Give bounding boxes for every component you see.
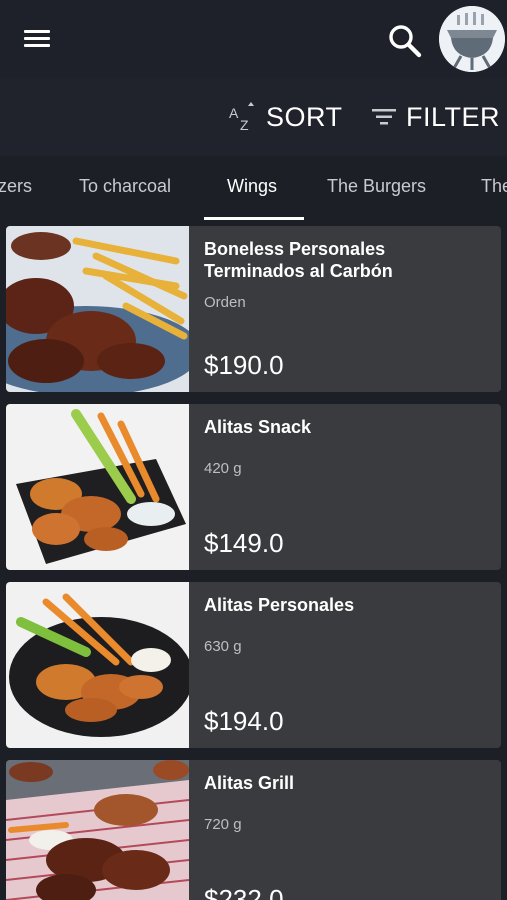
- product-price: $194.0: [204, 706, 284, 736]
- filter-button[interactable]: FILTER: [370, 100, 500, 134]
- grill-logo-icon: [439, 6, 505, 72]
- sort-az-icon: A Z: [229, 102, 254, 132]
- tab-appetizers[interactable]: zers: [0, 176, 32, 197]
- product-image: [6, 226, 189, 392]
- product-card-alitas-snack[interactable]: Alitas Snack 420 g $149.0: [6, 404, 501, 570]
- product-detail: Orden: [204, 294, 246, 311]
- category-tabs: zers To charcoal Wings The Burgers The: [0, 156, 507, 222]
- tab-next[interactable]: The: [481, 176, 507, 197]
- active-tab-indicator: [204, 217, 304, 220]
- avatar[interactable]: [439, 6, 505, 72]
- product-list: Boneless Personales Terminados al Carbón…: [0, 226, 507, 900]
- sort-button[interactable]: A Z SORT: [228, 100, 343, 134]
- product-image: [6, 404, 189, 570]
- product-price: $149.0: [204, 528, 284, 558]
- search-icon[interactable]: [386, 22, 424, 60]
- product-price: $232.0: [204, 884, 284, 900]
- product-name: Alitas Grill: [204, 773, 295, 793]
- product-detail: 630 g: [204, 638, 242, 655]
- product-image: [6, 760, 189, 900]
- product-price: $190.0: [204, 350, 284, 380]
- tab-wings[interactable]: Wings: [227, 176, 277, 197]
- product-card-alitas-grill[interactable]: Alitas Grill 720 g $232.0: [6, 760, 501, 900]
- tab-the-burgers[interactable]: The Burgers: [327, 176, 426, 197]
- sort-label: SORT: [266, 101, 343, 132]
- app-bar: [0, 0, 507, 78]
- product-name: Alitas Personales: [204, 595, 355, 615]
- tab-to-charcoal[interactable]: To charcoal: [79, 176, 171, 197]
- product-card-alitas-personales[interactable]: Alitas Personales 630 g $194.0: [6, 582, 501, 748]
- filter-icon: [372, 109, 396, 125]
- product-image: [6, 582, 189, 748]
- svg-text:A: A: [229, 105, 239, 121]
- product-name: Boneless Personales Terminados al Carbón: [204, 239, 393, 281]
- product-card-boneless-personales[interactable]: Boneless Personales Terminados al Carbón…: [6, 226, 501, 392]
- product-detail: 420 g: [204, 460, 242, 477]
- hamburger-menu-icon[interactable]: [24, 26, 56, 54]
- product-name: Alitas Snack: [204, 417, 312, 437]
- sort-filter-bar: A Z SORT FILTER: [0, 78, 507, 156]
- filter-label: FILTER: [406, 101, 501, 132]
- svg-text:Z: Z: [240, 117, 249, 132]
- product-detail: 720 g: [204, 816, 242, 833]
